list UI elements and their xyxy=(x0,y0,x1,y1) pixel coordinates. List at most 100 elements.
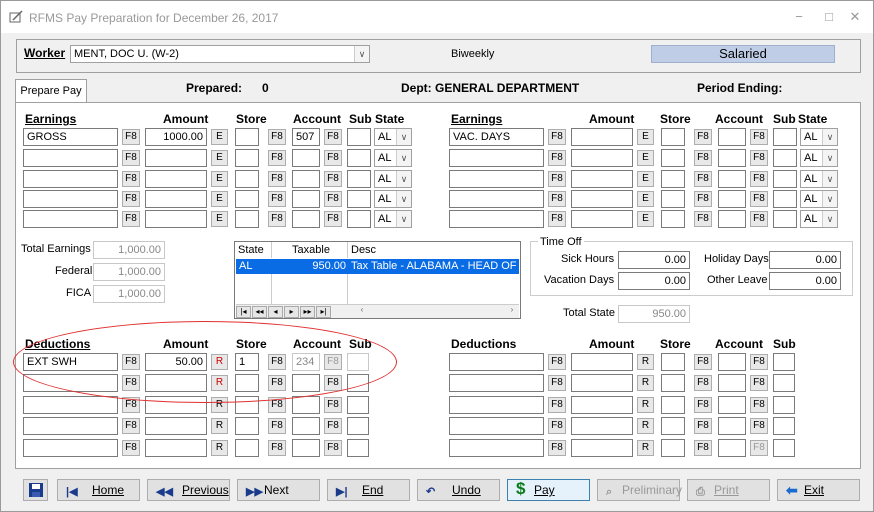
lookup-button[interactable]: F8 xyxy=(548,129,566,145)
account-field[interactable] xyxy=(718,396,746,414)
store-lookup-button[interactable]: F8 xyxy=(694,397,712,413)
store-field[interactable] xyxy=(661,190,685,208)
sub-field[interactable] xyxy=(773,128,797,146)
store-field[interactable]: 1 xyxy=(235,353,259,371)
state-select[interactable]: AL ∨ xyxy=(374,149,412,167)
recurring-button[interactable]: R xyxy=(637,375,654,391)
store-lookup-button[interactable]: F8 xyxy=(268,129,286,145)
recurring-button[interactable]: R xyxy=(211,440,228,456)
store-field[interactable] xyxy=(235,149,259,167)
recurring-button[interactable]: R xyxy=(637,354,654,370)
earning-code-field[interactable] xyxy=(23,149,118,167)
earning-code-field[interactable] xyxy=(23,190,118,208)
account-field[interactable]: 234 xyxy=(292,353,320,371)
deduction-amount-field[interactable] xyxy=(571,417,633,435)
state-select[interactable]: AL ∨ xyxy=(800,210,838,228)
deduction-amount-field[interactable] xyxy=(571,353,633,371)
deduction-code-field[interactable] xyxy=(23,439,118,457)
deduction-code-field[interactable] xyxy=(449,353,544,371)
state-select[interactable]: AL ∨ xyxy=(374,170,412,188)
maximize-icon[interactable]: □ xyxy=(819,9,839,25)
edit-button[interactable]: E xyxy=(211,211,228,227)
earning-code-field[interactable] xyxy=(449,210,544,228)
chevron-down-icon[interactable]: ∨ xyxy=(822,171,837,187)
account-lookup-button[interactable]: F8 xyxy=(750,375,768,391)
earning-amount-field[interactable] xyxy=(571,149,633,167)
lookup-button[interactable]: F8 xyxy=(122,129,140,145)
prev-page-icon[interactable]: ◂◂ xyxy=(252,306,267,318)
account-field[interactable] xyxy=(718,149,746,167)
lookup-button[interactable]: F8 xyxy=(122,354,140,370)
account-field[interactable] xyxy=(292,170,320,188)
deduction-amount-field[interactable] xyxy=(571,396,633,414)
account-field[interactable] xyxy=(292,417,320,435)
lookup-button[interactable]: F8 xyxy=(548,397,566,413)
account-field[interactable] xyxy=(718,190,746,208)
account-field[interactable] xyxy=(292,210,320,228)
store-lookup-button[interactable]: F8 xyxy=(268,440,286,456)
account-field[interactable] xyxy=(718,417,746,435)
store-lookup-button[interactable]: F8 xyxy=(694,440,712,456)
deduction-code-field[interactable] xyxy=(449,417,544,435)
deduction-code-field[interactable] xyxy=(23,396,118,414)
earning-amount-field[interactable] xyxy=(571,128,633,146)
sub-field[interactable] xyxy=(773,396,795,414)
scroll-right-icon[interactable]: › xyxy=(508,305,516,317)
store-field[interactable] xyxy=(235,417,259,435)
account-lookup-button[interactable]: F8 xyxy=(750,211,768,227)
account-field[interactable] xyxy=(718,170,746,188)
worker-select[interactable]: MENT, DOC U. (W-2) ∨ xyxy=(70,45,370,63)
state-select[interactable]: AL ∨ xyxy=(374,210,412,228)
minimize-icon[interactable]: − xyxy=(789,9,809,25)
account-lookup-button[interactable]: F8 xyxy=(324,440,342,456)
tab-prepare-pay[interactable]: Prepare Pay xyxy=(15,79,87,103)
previous-button[interactable]: ◀◀ Previous xyxy=(147,479,230,501)
lookup-button[interactable]: F8 xyxy=(548,418,566,434)
account-lookup-button[interactable]: F8 xyxy=(750,354,768,370)
preliminary-button[interactable]: ⌕ Preliminary xyxy=(597,479,682,501)
account-lookup-button[interactable]: F8 xyxy=(324,129,342,145)
earning-amount-field[interactable] xyxy=(145,149,207,167)
deduction-code-field[interactable] xyxy=(449,374,544,392)
recurring-button[interactable]: R xyxy=(211,354,228,370)
store-lookup-button[interactable]: F8 xyxy=(694,354,712,370)
last-record-icon[interactable]: ▸| xyxy=(316,306,331,318)
account-field[interactable] xyxy=(292,396,320,414)
sub-field[interactable] xyxy=(773,439,795,457)
account-lookup-button[interactable]: F8 xyxy=(324,211,342,227)
lookup-button[interactable]: F8 xyxy=(548,191,566,207)
grid-row-selected[interactable]: AL 950.00 Tax Table - ALABAMA - HEAD OF … xyxy=(236,259,519,274)
deduction-amount-field[interactable]: 50.00 xyxy=(145,353,207,371)
deduction-code-field[interactable] xyxy=(23,417,118,435)
account-field[interactable] xyxy=(292,149,320,167)
chevron-down-icon[interactable]: ∨ xyxy=(396,211,411,227)
recurring-button[interactable]: R xyxy=(637,440,654,456)
store-lookup-button[interactable]: F8 xyxy=(694,150,712,166)
edit-button[interactable]: E xyxy=(211,191,228,207)
next-record-icon[interactable]: ▸ xyxy=(284,306,299,318)
lookup-button[interactable]: F8 xyxy=(548,440,566,456)
earning-amount-field[interactable] xyxy=(145,170,207,188)
lookup-button[interactable]: F8 xyxy=(548,354,566,370)
deduction-amount-field[interactable] xyxy=(145,374,207,392)
sub-field[interactable] xyxy=(773,210,797,228)
recurring-button[interactable]: R xyxy=(637,397,654,413)
deduction-amount-field[interactable] xyxy=(571,439,633,457)
sub-field[interactable] xyxy=(773,170,797,188)
grid-header-desc[interactable]: Desc xyxy=(348,242,520,258)
store-lookup-button[interactable]: F8 xyxy=(694,191,712,207)
account-field[interactable] xyxy=(718,128,746,146)
account-lookup-button[interactable]: F8 xyxy=(750,171,768,187)
store-field[interactable] xyxy=(661,128,685,146)
other-leave-field[interactable]: 0.00 xyxy=(769,272,841,290)
sub-field[interactable] xyxy=(347,149,371,167)
account-field[interactable] xyxy=(718,439,746,457)
print-button[interactable]: ⎙ Print xyxy=(687,479,770,501)
store-lookup-button[interactable]: F8 xyxy=(268,354,286,370)
chevron-down-icon[interactable]: ∨ xyxy=(822,191,837,207)
state-select[interactable]: AL ∨ xyxy=(374,128,412,146)
end-button[interactable]: ▶| End xyxy=(327,479,410,501)
recurring-button[interactable]: R xyxy=(211,397,228,413)
pay-button[interactable]: $ Pay xyxy=(507,479,590,501)
store-lookup-button[interactable]: F8 xyxy=(268,375,286,391)
